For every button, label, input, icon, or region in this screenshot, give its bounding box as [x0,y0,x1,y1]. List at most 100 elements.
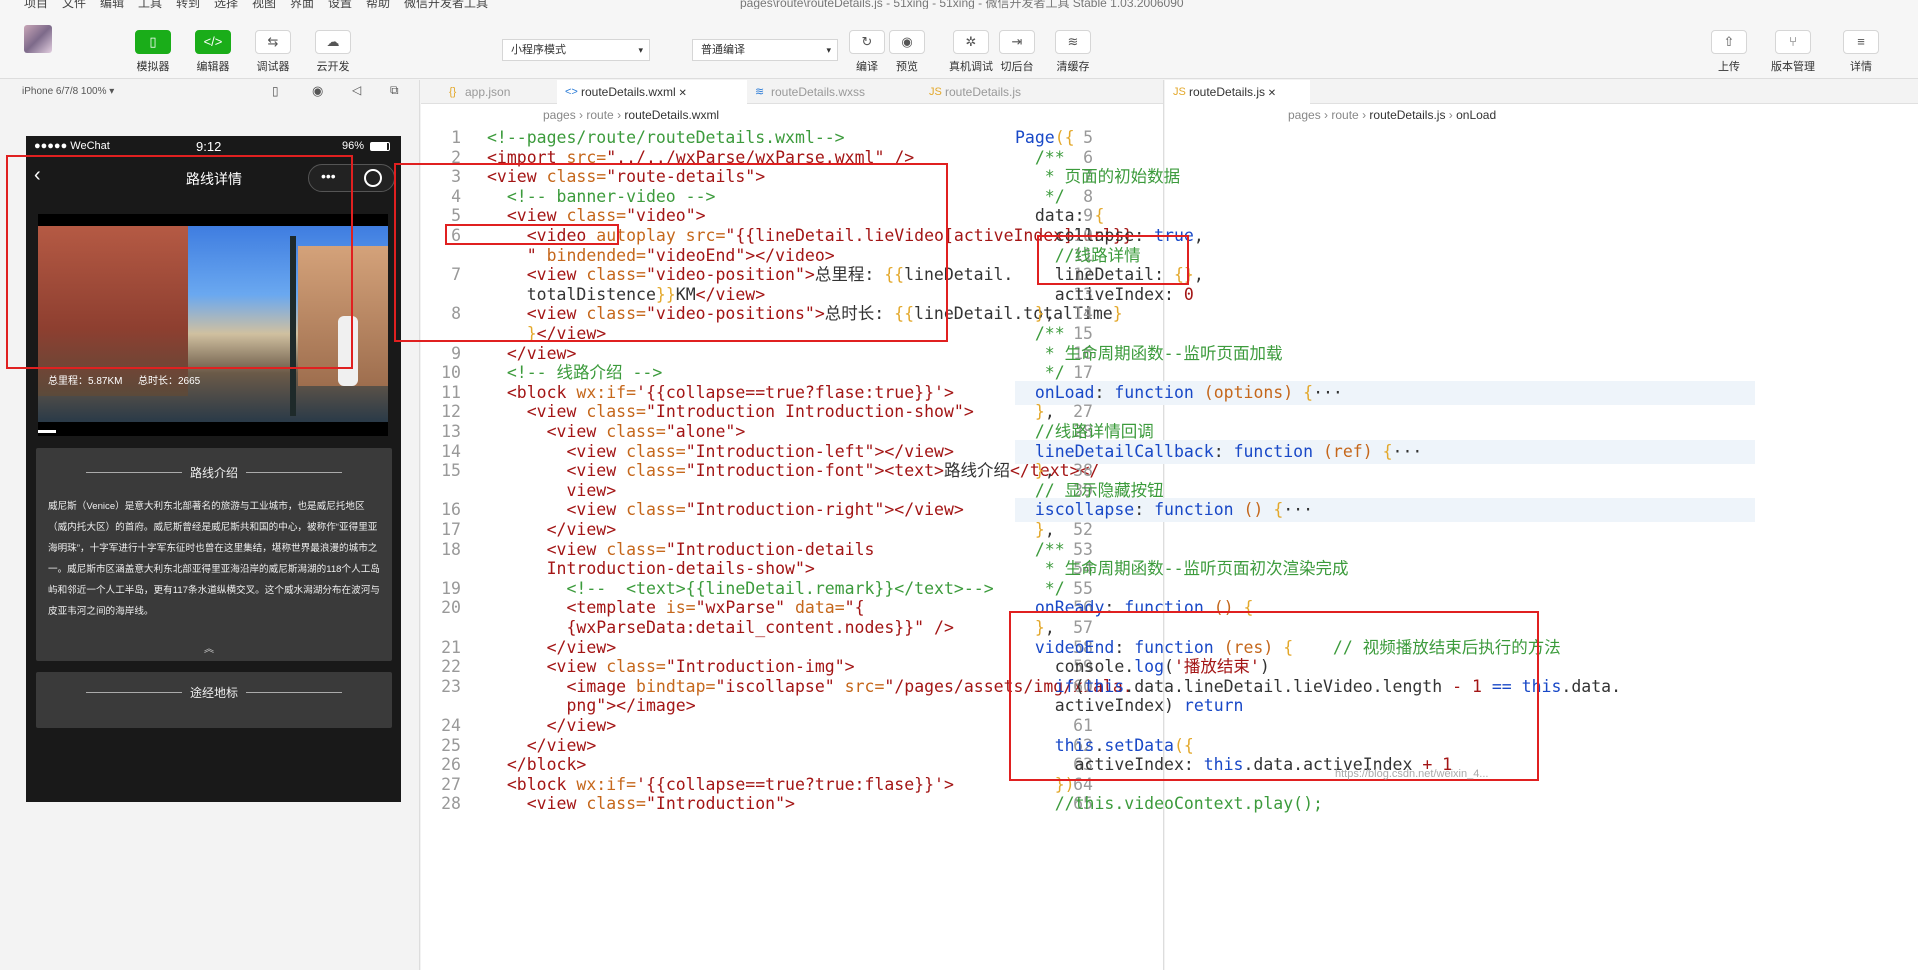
tab-label: app.json [465,85,511,99]
mode-select[interactable]: 小程序模式 ▾ [502,39,650,61]
simulator-panel: iPhone 6/7/8 100% ▾ ▯ ◉ ◁ ⧉ ●●●●● WeChat… [0,80,420,970]
select-value: 普通编译 [701,44,745,56]
line-number: 28 [441,794,461,814]
action-button-2[interactable]: ✲ 真机调试 [946,30,996,74]
action-button-3[interactable]: ⇥ 切后台 [992,30,1042,74]
back-icon[interactable]: ‹ [34,164,41,187]
switch-icon: ⇥ [999,30,1035,54]
phone-icon: ▯ [135,30,171,54]
right-button-1[interactable]: ⑂ 版本管理 [1768,30,1818,74]
collapse-icon[interactable]: ︽ [204,640,214,655]
menu-item[interactable]: 编辑 [100,0,124,9]
code-line[interactable]: //this.videoContext.play(); [1015,792,1323,816]
upload-icon: ⇧ [1711,30,1747,54]
menu-item[interactable]: 设置 [328,0,352,9]
close-icon[interactable]: ✕ [1265,88,1276,99]
volume-icon[interactable]: ◁ [352,83,361,97]
action-button-1[interactable]: ◉ 预览 [882,30,932,74]
avatar[interactable] [24,25,52,53]
breadcrumb-item[interactable]: onLoad [1456,108,1496,122]
right-button-0[interactable]: ⇧ 上传 [1704,30,1754,74]
tab-label: routeDetails.js [945,85,1022,99]
editor2-breadcrumb: pages › route › routeDetails.js › onLoad [1165,104,1918,126]
breadcrumb-item[interactable]: route [1331,108,1358,122]
editor2-tabs: JS routeDetails.js ✕ [1165,80,1918,104]
view-button-2[interactable]: ⇆ 调试器 [248,30,298,74]
toolbar-label: 切后台 [1000,61,1034,73]
record-icon[interactable]: ◉ [312,83,323,99]
close-capsule-icon[interactable] [364,169,382,187]
toolbar-label: 详情 [1850,61,1872,73]
toolbar-label: 编辑器 [196,61,230,73]
breadcrumb-path: pages › route › routeDetails.wxml [543,104,719,126]
view-button-1[interactable]: </> 编辑器 [188,30,238,74]
file-type-icon: <> [565,86,578,98]
video-duration: 总时长：2665 [138,376,201,387]
chevron-down-icon: ▾ [638,45,643,55]
menu-item[interactable]: 转到 [176,0,200,9]
device-select[interactable]: iPhone 6/7/8 100% ▾ [22,86,114,97]
more-icon[interactable]: ••• [321,168,336,184]
branch-icon: ⑂ [1775,30,1811,54]
editor1-tabs: {} app.json <> routeDetails.wxml ✕ ≋ routeDet… [421,80,1163,104]
file-type-icon: JS [1173,86,1186,98]
tab-routeDetails-js[interactable]: JS routeDetails.js [921,80,1061,104]
video-distance: 总里程：5.87KM [48,376,123,387]
video-progress[interactable] [38,430,56,433]
menu-item[interactable]: 微信开发者工具 [404,0,488,9]
toolbar-label: 调试器 [256,61,290,73]
view-button-0[interactable]: ▯ 模拟器 [128,30,178,74]
menu-item[interactable]: 帮助 [366,0,390,9]
menu-item[interactable]: 视图 [252,0,276,9]
phone-screen: ●●●●● WeChat 9:12 96% ‹ 路线详情 ••• 总里程：5.8… [26,136,401,802]
section2-title: 途经地标 [190,686,239,700]
line-number: 8 [451,304,461,324]
breadcrumb-item[interactable]: pages [1288,108,1321,122]
action-button-4[interactable]: ≋ 清缓存 [1048,30,1098,74]
toolbar-label: 清缓存 [1056,61,1090,73]
simulator-header: iPhone 6/7/8 100% ▾ ▯ ◉ ◁ ⧉ [0,80,420,104]
code-line[interactable]: iscollapse: function () {··· [1015,498,1755,523]
tab-routeDetails-wxml[interactable]: <> routeDetails.wxml ✕ [557,80,747,104]
toolbar-label: 云开发 [316,61,350,73]
breadcrumb-item[interactable]: pages [543,108,576,122]
menu-item[interactable]: 工具 [138,0,162,9]
tab-label: routeDetails.wxml [581,85,676,99]
popout-icon[interactable]: ⧉ [390,83,399,98]
code-line[interactable]: onLoad: function (options) {··· [1015,380,1755,405]
close-icon[interactable]: ✕ [676,88,686,99]
select-value: 小程序模式 [511,44,566,56]
refresh-icon: ↻ [849,30,885,54]
chevron-down-icon: ▾ [826,45,831,55]
menu-icon: ≡ [1843,30,1879,54]
compile-select[interactable]: 普通编译 ▾ [692,39,838,61]
breadcrumb-item[interactable]: route [586,108,613,122]
chevron-right-icon: › [613,108,625,122]
tab-routeDetails-wxss[interactable]: ≋ routeDetails.wxss [747,80,921,104]
tab-label: routeDetails.wxss [771,85,866,99]
toolbar-label: 真机调试 [949,61,993,73]
breadcrumb-item[interactable]: routeDetails.js [1369,108,1445,122]
chevron-right-icon: › [1445,108,1457,122]
view-button-3[interactable]: ☁ 云开发 [308,30,358,74]
menu-item[interactable]: 项目 [24,0,48,9]
time-text: 9:12 [196,139,222,154]
menu-item[interactable]: 界面 [290,0,314,9]
capsule-button[interactable]: ••• [308,164,395,192]
eye-icon: ◉ [889,30,925,54]
code-icon: </> [195,30,231,54]
tab-app-json[interactable]: {} app.json [441,80,557,104]
menu-item[interactable]: 选择 [214,0,238,9]
tab-routeDetails-js[interactable]: JS routeDetails.js ✕ [1165,80,1310,104]
toolbar-label: 预览 [896,61,918,73]
menu-item[interactable]: 文件 [62,0,86,9]
screen-icon[interactable]: ▯ [272,84,279,98]
right-button-2[interactable]: ≡ 详情 [1836,30,1886,74]
code-line[interactable]: lineDetailCallback: function (ref) {··· [1015,439,1755,464]
breadcrumb-item[interactable]: routeDetails.wxml [624,108,719,122]
video-player[interactable]: 总里程：5.87KM 总时长：2665 [38,214,388,436]
landmark-card: 途经地标 [36,672,392,728]
tab-label: routeDetails.js [1189,85,1266,99]
code-line[interactable]: <view class="Introduction"> [487,792,795,816]
battery-icon [370,142,390,151]
